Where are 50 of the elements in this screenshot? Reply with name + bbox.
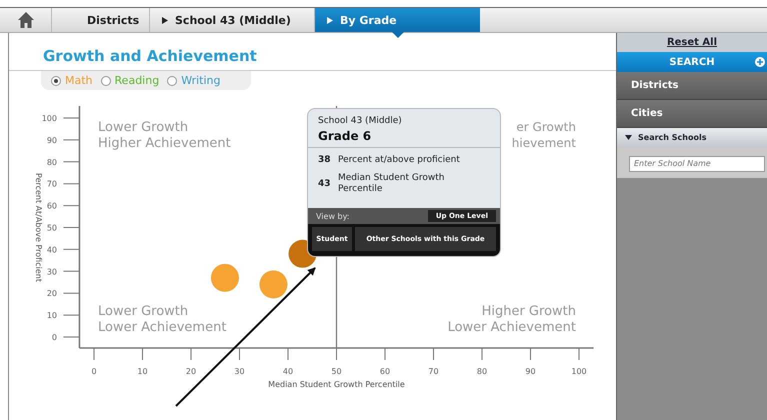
search-field[interactable]: Enter School Name xyxy=(629,156,765,172)
tick-label: 80 xyxy=(476,367,488,376)
caret-icon xyxy=(625,134,632,140)
house-icon xyxy=(16,11,34,29)
arrow-icon xyxy=(327,16,333,24)
quadrant-label: Lower Growth Higher Achievement xyxy=(98,120,231,152)
tick-label: 30 xyxy=(234,367,245,376)
sidebar-item[interactable]: Districts xyxy=(617,72,767,100)
tick-label: 90 xyxy=(525,367,536,376)
tick-label: 70 xyxy=(428,367,439,376)
stat-value: 43 xyxy=(318,178,330,190)
stat-label: Median Student Growth Percentile xyxy=(338,173,446,195)
tick-label: 0 xyxy=(52,333,57,342)
school-name: School 43 (Middle) xyxy=(318,116,403,126)
quadrant-label: Lower Growth Lower Achievement xyxy=(98,304,226,336)
quadrant-label: er Growth hievement xyxy=(512,120,576,150)
grade-title: Grade 6 xyxy=(318,129,372,143)
stat-value: 38 xyxy=(318,155,330,166)
reset-link[interactable]: Reset All xyxy=(666,37,718,48)
tick-label: 90 xyxy=(46,136,57,145)
tick-label: 0 xyxy=(91,367,97,376)
tick-label: 100 xyxy=(42,114,57,123)
tick-label: 20 xyxy=(46,289,57,298)
tick-label: 20 xyxy=(186,367,196,376)
tick-label: 10 xyxy=(46,311,57,320)
tick-label: 40 xyxy=(282,367,294,376)
breadcrumb-tab[interactable]: Districts xyxy=(52,8,150,32)
arrow-icon xyxy=(162,16,168,24)
stat-label: Percent at/above proficient xyxy=(338,155,460,166)
tick-label: 70 xyxy=(46,180,57,189)
quadrant-label: Higher Growth Lower Achievement xyxy=(448,304,576,336)
tick-label: 50 xyxy=(331,367,342,376)
section-title: Growth and Achievement xyxy=(43,47,257,67)
tick-label: 40 xyxy=(46,245,57,254)
sidebar-section[interactable]: Search Schools xyxy=(617,128,767,146)
plus-icon[interactable] xyxy=(755,57,765,67)
view-by-label: View by: xyxy=(316,212,350,220)
search-header[interactable]: SEARCH xyxy=(617,52,767,72)
y-axis-label: Percent At/Above Proficient xyxy=(34,173,43,282)
tick-label: 100 xyxy=(571,367,587,376)
tick-label: 60 xyxy=(46,202,57,211)
search-label: SEARCH xyxy=(669,56,715,68)
tick-label: 60 xyxy=(380,367,390,376)
tick-label: 10 xyxy=(137,367,148,376)
x-axis-label: Median Student Growth Percentile xyxy=(268,380,405,389)
tick-label: 80 xyxy=(46,158,57,167)
tick-label: 50 xyxy=(46,224,57,232)
breadcrumb-tab[interactable]: By Grade xyxy=(315,8,480,32)
tick-label: 30 xyxy=(46,267,57,276)
sidebar-item[interactable]: Cities xyxy=(617,100,767,128)
